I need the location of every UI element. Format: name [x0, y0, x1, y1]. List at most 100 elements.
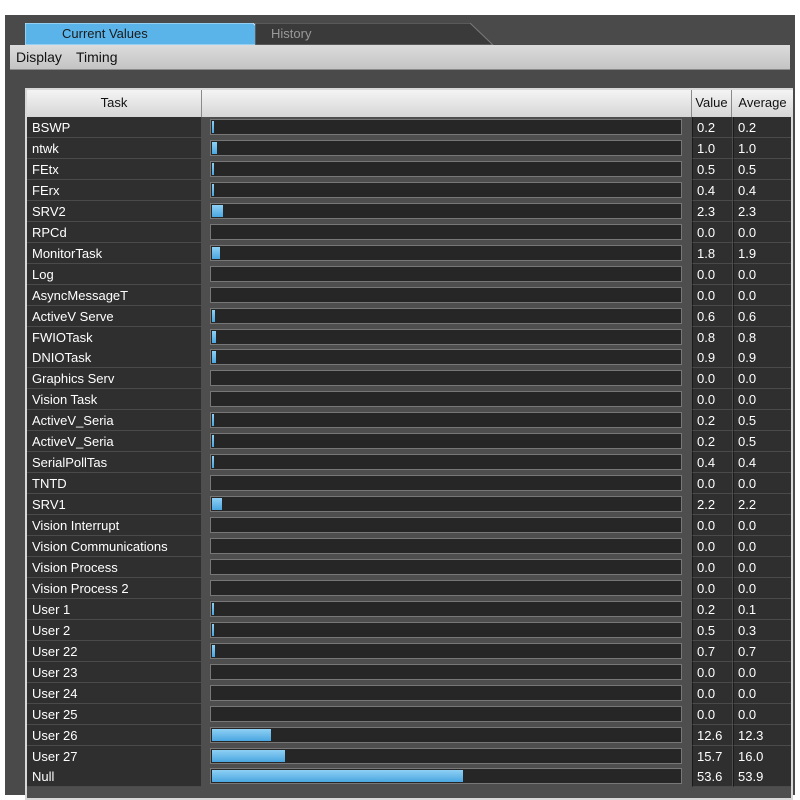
task-name: BSWP — [27, 117, 201, 138]
table-row[interactable]: AsyncMessageT 0.0 0.0 — [27, 284, 791, 306]
usage-bar-track — [210, 370, 682, 387]
column-header-bar — [202, 90, 692, 117]
usage-bar-track — [210, 307, 682, 324]
table-row[interactable]: Vision Task 0.0 0.0 — [27, 389, 791, 411]
table-row[interactable]: SRV2 2.3 2.3 — [27, 200, 791, 222]
tab-current-values-label: Current Values — [62, 26, 148, 41]
usage-bar-fill — [212, 728, 271, 741]
usage-bar-track — [210, 181, 682, 198]
task-name: MonitorTask — [27, 242, 201, 264]
usage-bar-track — [210, 244, 682, 261]
usage-bar-track — [210, 496, 682, 513]
table-row[interactable]: User 23 0.0 0.0 — [27, 661, 791, 683]
task-name: User 27 — [27, 745, 201, 767]
task-average: 0.0 — [733, 389, 791, 411]
task-average: 0.0 — [733, 577, 791, 599]
table-row[interactable]: FWIOTask 0.8 0.8 — [27, 326, 791, 348]
tab-bar: Current Values History — [5, 15, 795, 45]
task-name: Vision Task — [27, 389, 201, 411]
usage-bar-fill — [212, 162, 215, 175]
table-row[interactable]: Graphics Serv 0.0 0.0 — [27, 368, 791, 390]
task-name: Null — [27, 766, 201, 788]
task-name: Log — [27, 263, 201, 285]
usage-bar-fill — [212, 204, 223, 217]
task-average: 0.4 — [733, 452, 791, 474]
table-row[interactable]: User 2 0.5 0.3 — [27, 619, 791, 641]
table-row[interactable]: MonitorTask 1.8 1.9 — [27, 242, 791, 264]
table-row[interactable]: Vision Process 0.0 0.0 — [27, 556, 791, 578]
task-name: ntwk — [27, 137, 201, 159]
task-value: 1.0 — [692, 137, 732, 159]
usage-bar-fill — [212, 246, 221, 259]
table-row[interactable]: User 1 0.2 0.1 — [27, 598, 791, 620]
task-average: 0.0 — [733, 661, 791, 683]
menu-timing[interactable]: Timing — [76, 49, 118, 65]
task-average: 0.1 — [733, 598, 791, 620]
task-value: 12.6 — [692, 724, 732, 746]
column-header-task[interactable]: Task — [27, 90, 202, 117]
table-row[interactable]: SerialPollTas 0.4 0.4 — [27, 452, 791, 474]
table-row[interactable]: User 25 0.0 0.0 — [27, 703, 791, 725]
table-row[interactable]: DNIOTask 0.9 0.9 — [27, 347, 791, 369]
task-average: 0.3 — [733, 619, 791, 641]
task-value: 0.5 — [692, 619, 732, 641]
table-row[interactable]: Log 0.0 0.0 — [27, 263, 791, 285]
task-value: 0.5 — [692, 158, 732, 180]
usage-bar-track — [210, 663, 682, 680]
task-average: 0.7 — [733, 640, 791, 662]
task-value: 0.0 — [692, 389, 732, 411]
table-row[interactable]: FEtx 0.5 0.5 — [27, 158, 791, 180]
task-name: ActiveV_Seria — [27, 410, 201, 432]
table-row[interactable]: SRV1 2.2 2.2 — [27, 494, 791, 516]
table-row[interactable]: User 27 15.7 16.0 — [27, 745, 791, 767]
table-row[interactable]: Vision Communications 0.0 0.0 — [27, 536, 791, 557]
task-name: User 1 — [27, 598, 201, 620]
task-value: 0.0 — [692, 221, 732, 243]
task-monitor-window: Current Values History Display Timing Ta… — [5, 15, 795, 800]
task-value: 0.0 — [692, 536, 732, 557]
task-name: User 24 — [27, 682, 201, 704]
usage-bar-fill — [212, 749, 286, 762]
table-row[interactable]: FErx 0.4 0.4 — [27, 179, 791, 201]
task-name: User 25 — [27, 703, 201, 725]
table-row[interactable]: TNTD 0.0 0.0 — [27, 473, 791, 495]
usage-bar-fill — [212, 456, 214, 469]
table-row[interactable]: User 22 0.7 0.7 — [27, 640, 791, 662]
usage-bar-track — [210, 412, 682, 429]
column-header-average[interactable]: Average — [732, 90, 793, 117]
table-row[interactable]: Vision Process 2 0.0 0.0 — [27, 577, 791, 599]
task-value: 0.7 — [692, 640, 732, 662]
task-average: 0.0 — [733, 682, 791, 704]
table-row[interactable]: User 26 12.6 12.3 — [27, 724, 791, 746]
menu-display[interactable]: Display — [16, 49, 62, 65]
task-value: 0.0 — [692, 473, 732, 495]
tab-current-values[interactable]: Current Values — [25, 23, 275, 45]
task-value: 0.0 — [692, 661, 732, 683]
task-name: SerialPollTas — [27, 452, 201, 474]
table-row[interactable]: ActiveV Serve 0.6 0.6 — [27, 305, 791, 327]
table-row[interactable]: ActiveV_Seria 0.2 0.5 — [27, 410, 791, 432]
usage-bar-fill — [212, 351, 217, 364]
task-average: 0.0 — [733, 221, 791, 243]
task-average: 2.3 — [733, 200, 791, 222]
column-header-value[interactable]: Value — [692, 90, 732, 117]
table-row[interactable]: Null 53.6 53.9 — [27, 766, 791, 788]
task-name: ActiveV Serve — [27, 305, 201, 327]
task-name: Vision Process — [27, 556, 201, 578]
usage-bar-fill — [212, 770, 463, 783]
table-row[interactable]: ntwk 1.0 1.0 — [27, 137, 791, 159]
table-row[interactable]: ActiveV_Seria 0.2 0.5 — [27, 431, 791, 453]
table-row[interactable]: BSWP 0.2 0.2 — [27, 117, 791, 138]
usage-bar-fill — [212, 644, 216, 657]
usage-bar-track — [210, 391, 682, 408]
task-name: AsyncMessageT — [27, 284, 201, 306]
usage-bar-track — [210, 202, 682, 219]
usage-bar-track — [210, 768, 682, 785]
task-value: 0.0 — [692, 515, 732, 537]
table-row[interactable]: User 24 0.0 0.0 — [27, 682, 791, 704]
task-average: 0.0 — [733, 368, 791, 390]
task-name: RPCd — [27, 221, 201, 243]
table-row[interactable]: RPCd 0.0 0.0 — [27, 221, 791, 243]
table-row[interactable]: Vision Interrupt 0.0 0.0 — [27, 515, 791, 537]
tab-history[interactable]: History — [255, 23, 495, 45]
